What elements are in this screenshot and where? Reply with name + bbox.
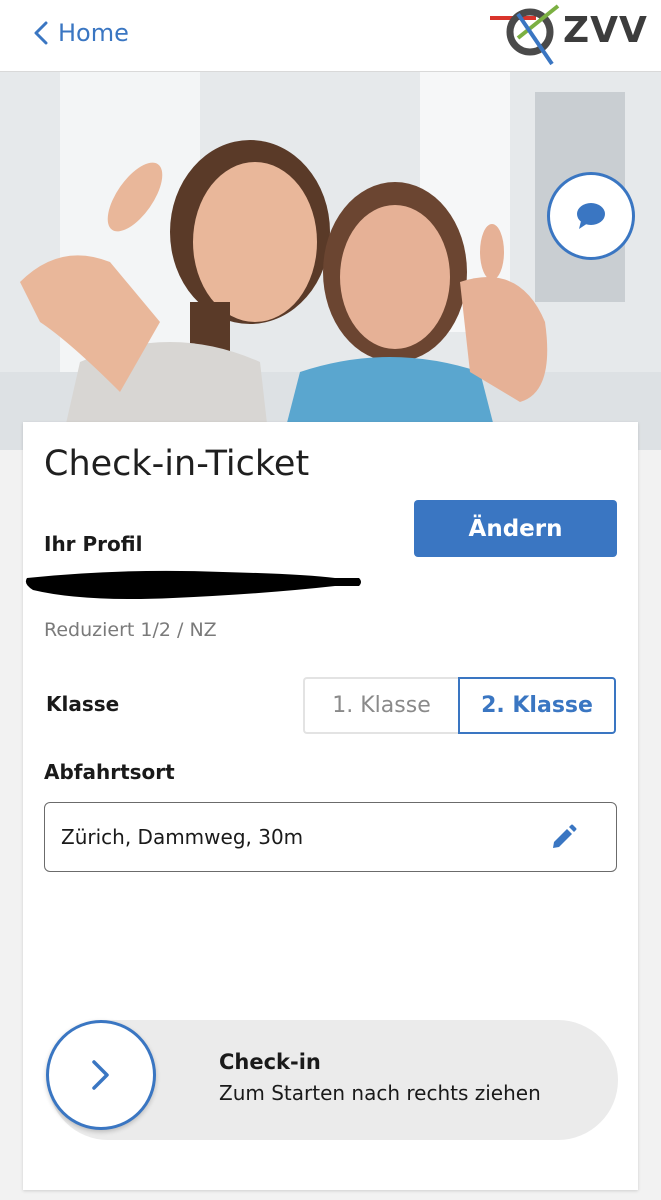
redacted-profile-name <box>25 570 361 599</box>
logo-text: ZVV <box>563 10 648 51</box>
departure-field[interactable]: Zürich, Dammweg, 30m <box>44 802 617 872</box>
class-label: Klasse <box>46 692 120 716</box>
slider-subtitle: Zum Starten nach rechts ziehen <box>219 1081 541 1105</box>
hero-photo <box>0 72 661 450</box>
chevron-left-icon <box>34 21 48 45</box>
hero-image <box>0 72 661 450</box>
profile-type: Reduziert 1/2 / NZ <box>44 619 217 641</box>
departure-label: Abfahrtsort <box>44 760 175 784</box>
profile-label: Ihr Profil <box>44 532 143 556</box>
change-profile-button[interactable]: Ändern <box>414 500 617 557</box>
back-label: Home <box>58 19 129 47</box>
chat-button[interactable] <box>547 172 635 260</box>
check-in-slider[interactable]: Check-in Zum Starten nach rechts ziehen <box>46 1020 618 1140</box>
class-selector: 1. Klasse 2. Klasse <box>303 677 616 734</box>
chevron-right-icon <box>92 1060 109 1090</box>
page-title: Check-in-Ticket <box>44 444 310 484</box>
class-option-first[interactable]: 1. Klasse <box>303 677 458 734</box>
navigation-bar: Home ZVV <box>0 0 661 72</box>
departure-value: Zürich, Dammweg, 30m <box>61 825 304 849</box>
chat-bubble-icon <box>577 203 605 229</box>
ticket-card: Check-in-Ticket Ihr Profil Ändern Reduzi… <box>23 422 638 1190</box>
back-button[interactable]: Home <box>34 16 129 50</box>
pencil-icon[interactable] <box>548 823 578 853</box>
class-option-second[interactable]: 2. Klasse <box>458 677 616 734</box>
slider-title: Check-in <box>219 1050 321 1074</box>
slider-handle[interactable] <box>46 1020 156 1130</box>
